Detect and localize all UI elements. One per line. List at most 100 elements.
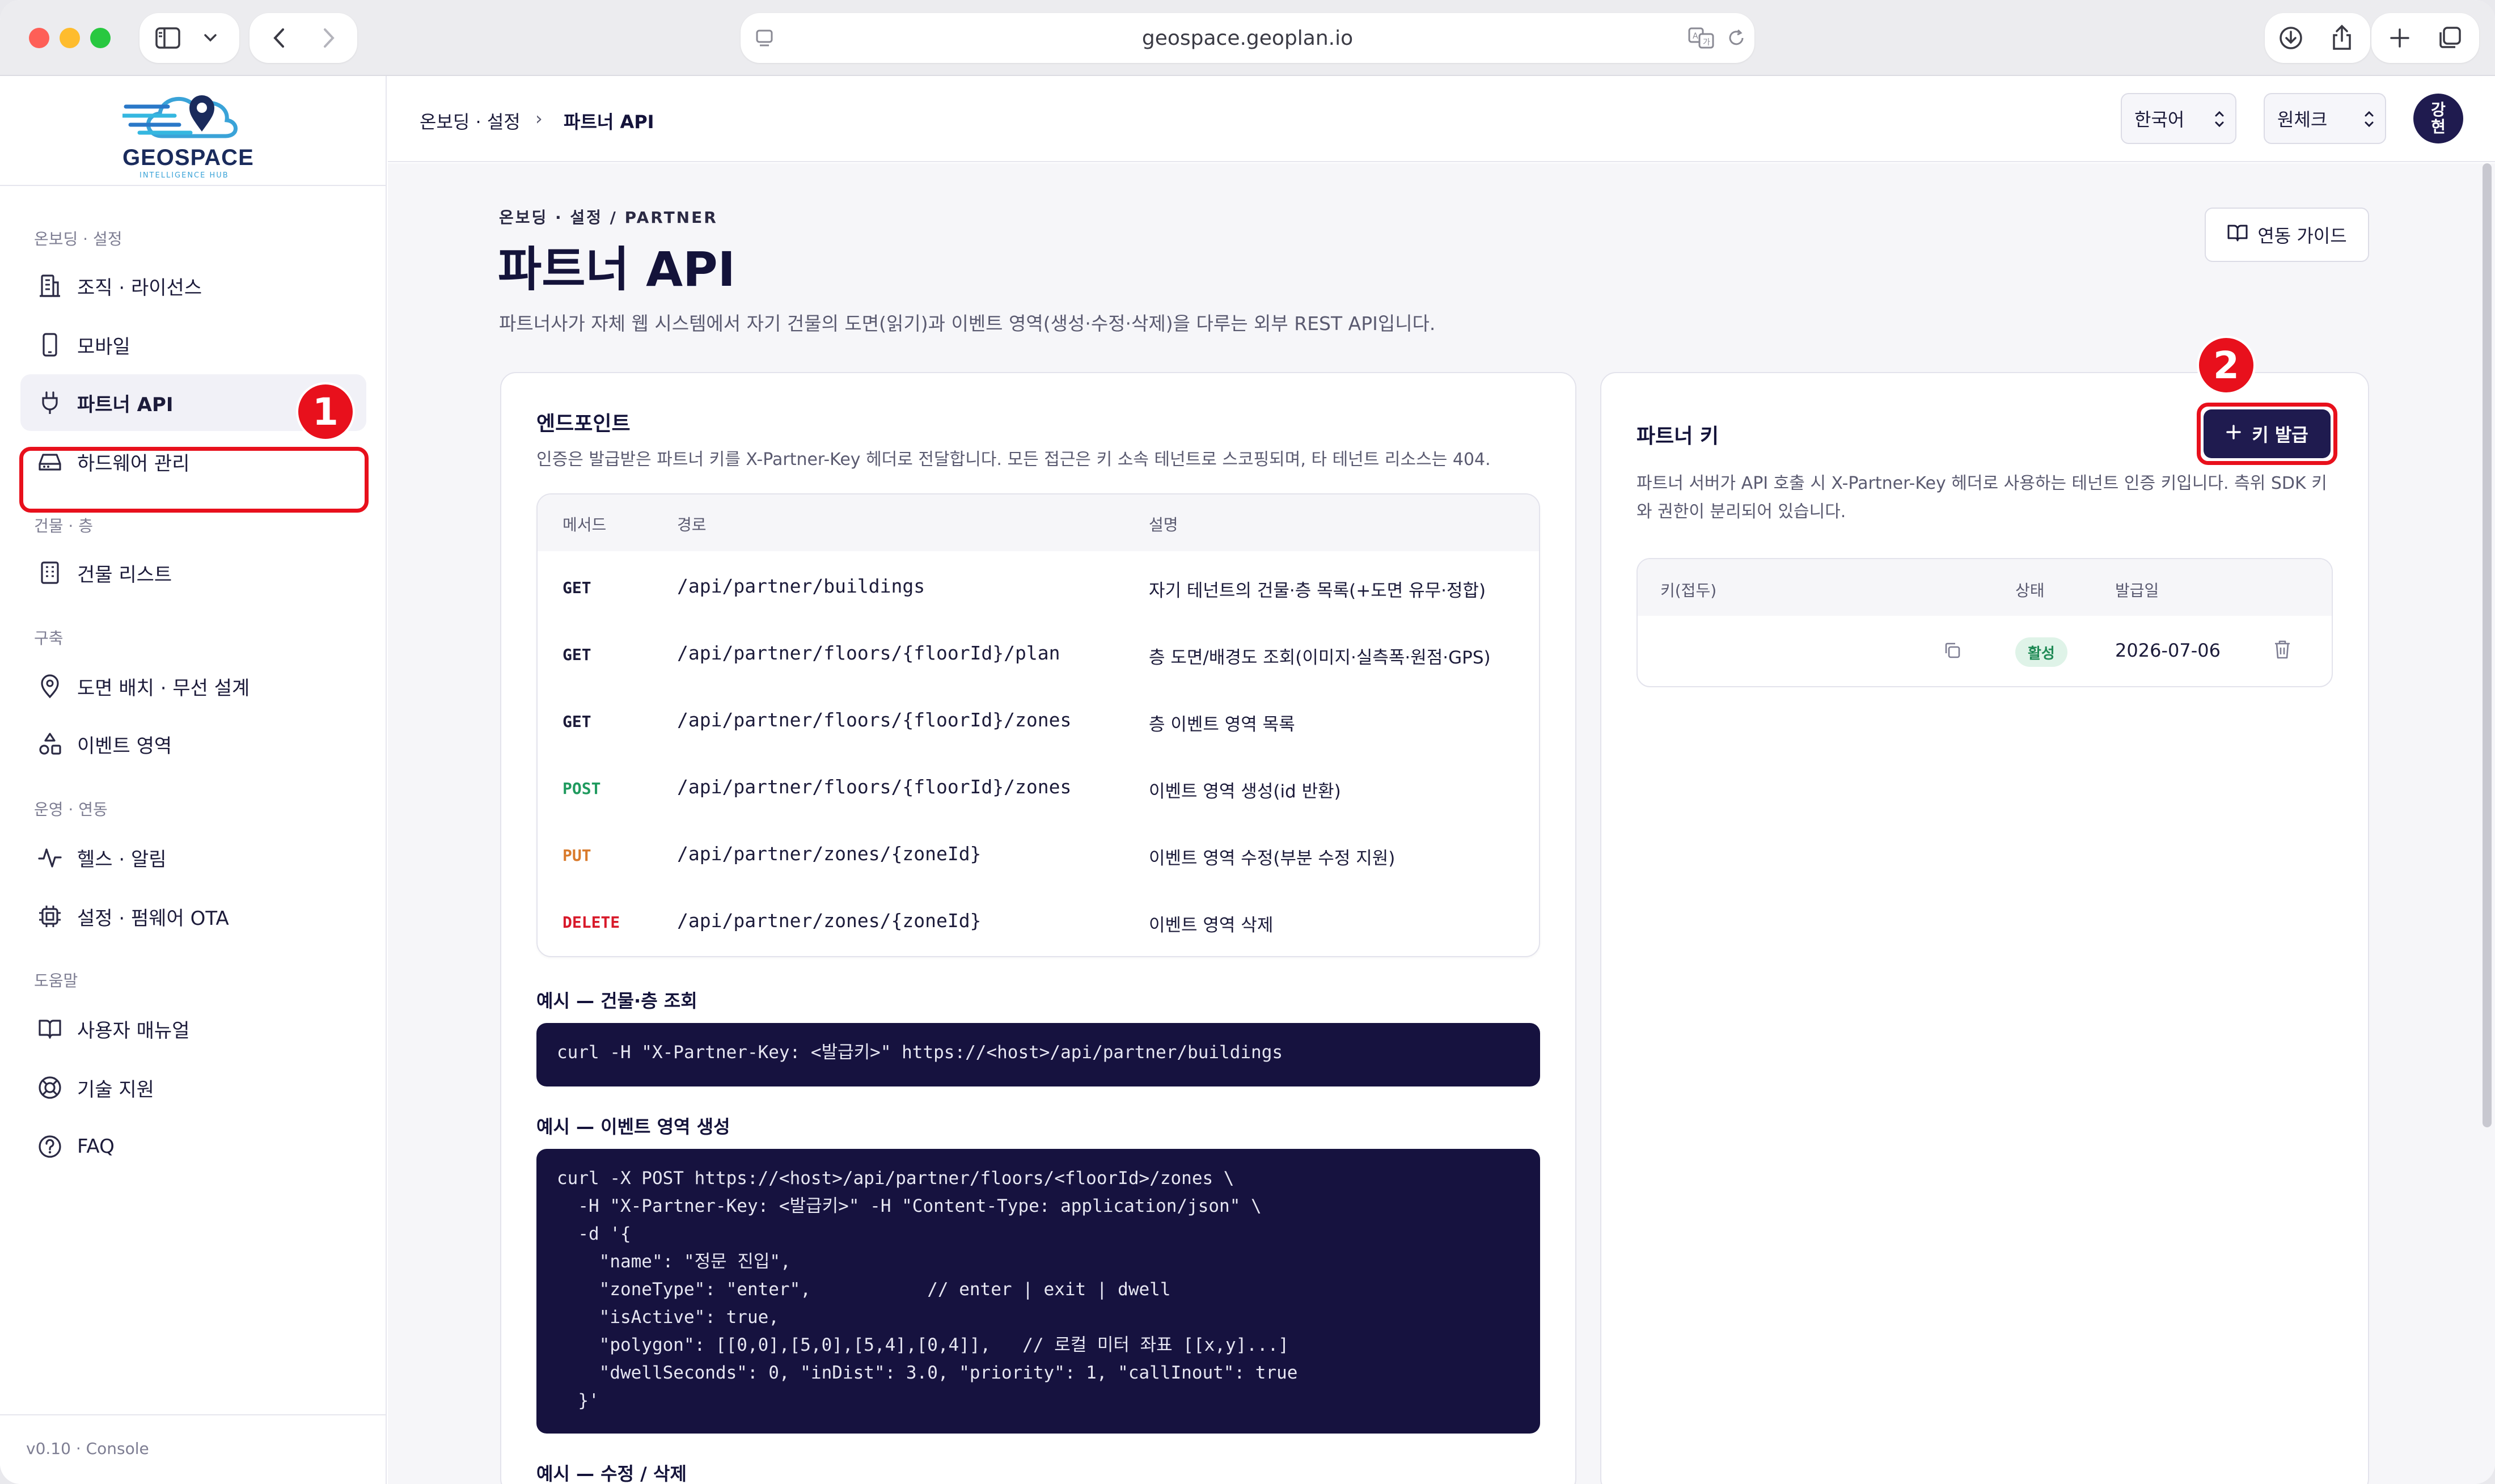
section-label-operations: 운영 · 연동 bbox=[34, 800, 108, 819]
tab-actions-group bbox=[2371, 13, 2479, 63]
url-text[interactable]: geospace.geoplan.io bbox=[741, 13, 1754, 63]
copy-icon[interactable] bbox=[1943, 641, 1962, 662]
integration-guide-button[interactable]: 연동 가이드 bbox=[2205, 208, 2369, 262]
annotation-badge-2: 2 bbox=[2197, 336, 2256, 395]
status-badge: 활성 bbox=[2015, 637, 2067, 667]
share-icon[interactable] bbox=[2328, 23, 2356, 52]
annotation-highlight-issue-key bbox=[2197, 403, 2337, 465]
table-row: POST /api/partner/floors/{floorId}/zones… bbox=[538, 754, 1539, 821]
minimize-window-button[interactable] bbox=[60, 28, 80, 48]
language-select[interactable]: 한국어 bbox=[2121, 93, 2236, 144]
browser-toolbar: geospace.geoplan.io A가 bbox=[0, 0, 2495, 76]
chip-icon bbox=[36, 903, 64, 930]
sidebar-divider bbox=[0, 1414, 387, 1415]
sidebar-item-label: 이벤트 영역 bbox=[77, 734, 172, 758]
version-label: v0.10 · Console bbox=[26, 1439, 149, 1458]
endpoint-method: GET bbox=[563, 578, 591, 597]
sidebar-icon[interactable] bbox=[155, 27, 180, 49]
endpoint-description: 이벤트 영역 수정(부분 수정 지원) bbox=[1149, 848, 1395, 869]
address-bar[interactable]: geospace.geoplan.io A가 bbox=[741, 13, 1754, 63]
endpoint-path: /api/partner/floors/{floorId}/zones bbox=[677, 709, 1072, 731]
code-block-create-zone: curl -X POST https://<host>/api/partner/… bbox=[536, 1149, 1540, 1434]
sidebar-item-user-manual[interactable]: 사용자 매뉴얼 bbox=[20, 1000, 366, 1057]
sidebar-item-organization-license[interactable]: 조직 · 라이선스 bbox=[20, 257, 366, 314]
new-tab-icon[interactable] bbox=[2387, 26, 2412, 50]
maximize-window-button[interactable] bbox=[90, 28, 111, 48]
column-header-key-prefix: 키(접두) bbox=[1660, 581, 1717, 600]
endpoint-method: POST bbox=[563, 779, 601, 798]
endpoint-description: 자기 테넌트의 건물·층 목록(+도면 유무·정합) bbox=[1149, 581, 1486, 601]
breadcrumb-current: 파트너 API bbox=[564, 111, 654, 133]
endpoint-method: GET bbox=[563, 712, 591, 731]
endpoints-table-header: 메서드 경로 설명 bbox=[538, 494, 1539, 551]
page-description: 파트너사가 자체 웹 시스템에서 자기 건물의 도면(읽기)과 이벤트 영역(생… bbox=[499, 312, 1436, 335]
partner-keys-title: 파트너 키 bbox=[1636, 425, 1719, 448]
trash-icon[interactable] bbox=[2273, 639, 2292, 662]
sidebar-item-label: 모바일 bbox=[77, 335, 130, 358]
table-row: PUT /api/partner/zones/{zoneId} 이벤트 영역 수… bbox=[538, 821, 1539, 888]
endpoint-method: GET bbox=[563, 645, 591, 664]
sidebar-item-mobile[interactable]: 모바일 bbox=[20, 316, 366, 373]
sidebar-item-floor-plan-wireless[interactable]: 도면 배치 · 무선 설계 bbox=[20, 658, 366, 714]
sidebar-item-label: 도면 배치 · 무선 설계 bbox=[77, 677, 250, 700]
updown-chevron-icon bbox=[2214, 108, 2225, 135]
endpoint-path: /api/partner/floors/{floorId}/plan bbox=[677, 642, 1060, 664]
mobile-icon bbox=[36, 331, 64, 358]
close-window-button[interactable] bbox=[29, 28, 49, 48]
breadcrumb-parent[interactable]: 온보딩 · 설정 bbox=[420, 108, 521, 134]
endpoint-path: /api/partner/zones/{zoneId} bbox=[677, 910, 982, 932]
column-header-issued: 발급일 bbox=[2115, 581, 2159, 600]
endpoint-method: DELETE bbox=[563, 913, 620, 932]
back-icon[interactable] bbox=[267, 26, 291, 50]
sidebar-item-hardware[interactable]: 하드웨어 관리 bbox=[20, 433, 366, 490]
section-label-building-floor: 건물 · 층 bbox=[34, 517, 93, 535]
sidebar-item-label: 설정 · 펌웨어 OTA bbox=[77, 907, 229, 930]
endpoint-method: PUT bbox=[563, 846, 591, 865]
column-header-method: 메서드 bbox=[563, 515, 607, 534]
avatar-initials: 강 현 bbox=[2431, 100, 2446, 136]
sidebar-item-label: FAQ bbox=[77, 1135, 115, 1158]
translate-icon[interactable]: A가 bbox=[1688, 26, 1716, 50]
column-header-path: 경로 bbox=[677, 515, 707, 534]
activity-icon bbox=[36, 844, 64, 871]
sidebar-item-health-alerts[interactable]: 헬스 · 알림 bbox=[20, 829, 366, 886]
forward-icon[interactable] bbox=[316, 26, 341, 50]
sidebar-item-label: 하드웨어 관리 bbox=[77, 452, 190, 475]
sidebar-item-event-zones[interactable]: 이벤트 영역 bbox=[20, 716, 366, 772]
user-avatar[interactable]: 강 현 bbox=[2413, 94, 2463, 143]
issued-date: 2026-07-06 bbox=[2115, 640, 2221, 661]
page-scrollbar[interactable] bbox=[2483, 163, 2492, 1127]
building-list-icon bbox=[36, 559, 64, 586]
chevron-down-icon[interactable] bbox=[202, 31, 219, 45]
sidebar-item-faq[interactable]: FAQ bbox=[20, 1118, 366, 1175]
sidebar-item-label: 헬스 · 알림 bbox=[77, 848, 167, 871]
endpoint-path: /api/partner/zones/{zoneId} bbox=[677, 843, 982, 865]
endpoint-description: 층 도면/배경도 조회(이미지·실측폭·원점·GPS) bbox=[1149, 648, 1491, 668]
endpoint-path: /api/partner/floors/{floorId}/zones bbox=[677, 776, 1072, 798]
updown-chevron-icon bbox=[2363, 108, 2375, 135]
table-row: 활성 2026-07-06 bbox=[1638, 616, 2332, 686]
book-open-icon bbox=[2227, 223, 2248, 247]
tenant-select[interactable]: 원체크 bbox=[2264, 93, 2386, 144]
sidebar-item-settings-firmware-ota[interactable]: 설정 · 펌웨어 OTA bbox=[20, 888, 366, 945]
partner-keys-table-header: 키(접두) 상태 발급일 bbox=[1638, 559, 2332, 616]
reload-icon[interactable] bbox=[1725, 27, 1748, 49]
endpoint-description: 이벤트 영역 생성(id 반환) bbox=[1149, 781, 1341, 802]
logo[interactable]: GEOSPACE INTELLIGENCE HUB bbox=[0, 76, 387, 186]
sidebar-toggle-group[interactable] bbox=[139, 13, 239, 63]
sidebar-item-label: 기술 지원 bbox=[77, 1078, 154, 1101]
endpoint-description: 이벤트 영역 삭제 bbox=[1149, 915, 1274, 936]
tab-overview-icon[interactable] bbox=[2436, 24, 2463, 52]
logo-wordmark: GEOSPACE bbox=[122, 145, 254, 170]
endpoints-description: 인증은 발급받은 파트너 키를 X-Partner-Key 헤더로 전달합니다.… bbox=[536, 450, 1491, 470]
example-title-create-zone: 예시 — 이벤트 영역 생성 bbox=[536, 1116, 730, 1138]
sidebar-item-building-list[interactable]: 건물 리스트 bbox=[20, 544, 366, 601]
browser-window: geospace.geoplan.io A가 GEOSPACE INTELLIG… bbox=[0, 0, 2495, 1484]
table-row: DELETE /api/partner/zones/{zoneId} 이벤트 영… bbox=[538, 888, 1539, 955]
integration-guide-label: 연동 가이드 bbox=[2257, 225, 2347, 247]
sidebar-item-label: 조직 · 라이선스 bbox=[77, 276, 202, 299]
partner-keys-card bbox=[1600, 372, 2369, 1484]
sidebar-item-label: 건물 리스트 bbox=[77, 563, 172, 586]
download-icon[interactable] bbox=[2277, 24, 2304, 52]
sidebar-item-tech-support[interactable]: 기술 지원 bbox=[20, 1059, 366, 1116]
